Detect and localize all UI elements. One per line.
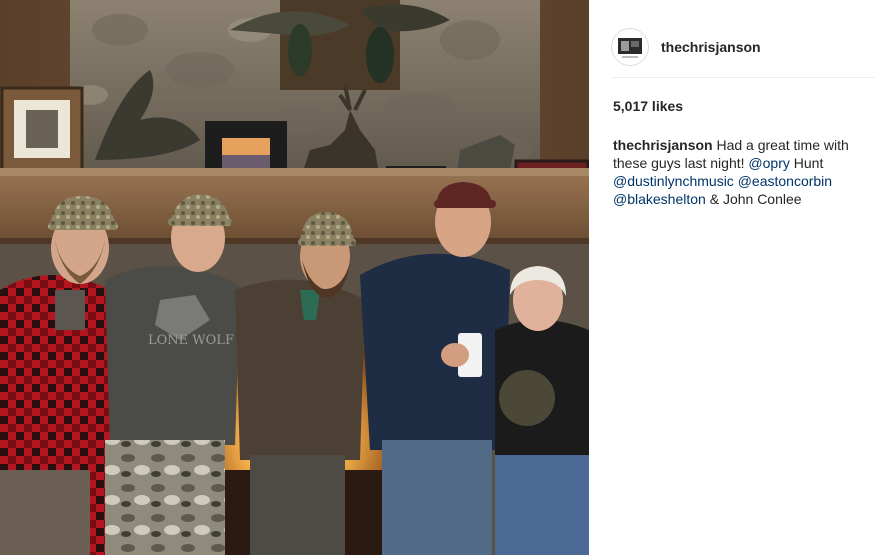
likes-count[interactable]: 5,017 likes bbox=[613, 98, 683, 114]
username-link[interactable]: thechrisjanson bbox=[661, 39, 761, 55]
mention-blakeshelton[interactable]: @blakeshelton bbox=[613, 191, 706, 207]
caption-text: Hunt bbox=[789, 155, 824, 171]
post-photo[interactable]: LONE WOLF bbox=[0, 0, 589, 555]
caption-text: & John Conlee bbox=[705, 191, 802, 207]
post-photo-image: LONE WOLF bbox=[0, 0, 589, 555]
mention-eastoncorbin[interactable]: @eastoncorbin bbox=[738, 173, 832, 189]
post-header: thechrisjanson bbox=[611, 18, 875, 76]
lone-wolf-shirt-text: LONE WOLF bbox=[148, 333, 234, 348]
caption-author-link[interactable]: thechrisjanson bbox=[613, 137, 713, 153]
header-divider bbox=[611, 77, 875, 78]
mention-dustinlynchmusic[interactable]: @dustinlynchmusic bbox=[613, 173, 734, 189]
profile-avatar[interactable] bbox=[611, 28, 649, 66]
avatar-image bbox=[612, 29, 648, 65]
instagram-post: LONE WOLF thechrisjanson 5,017 likes the… bbox=[0, 0, 875, 555]
post-sidebar: thechrisjanson 5,017 likes thechrisjanso… bbox=[589, 0, 875, 555]
post-caption: thechrisjanson Had a great time with the… bbox=[613, 136, 865, 208]
mention-opry[interactable]: @opry bbox=[748, 155, 789, 171]
